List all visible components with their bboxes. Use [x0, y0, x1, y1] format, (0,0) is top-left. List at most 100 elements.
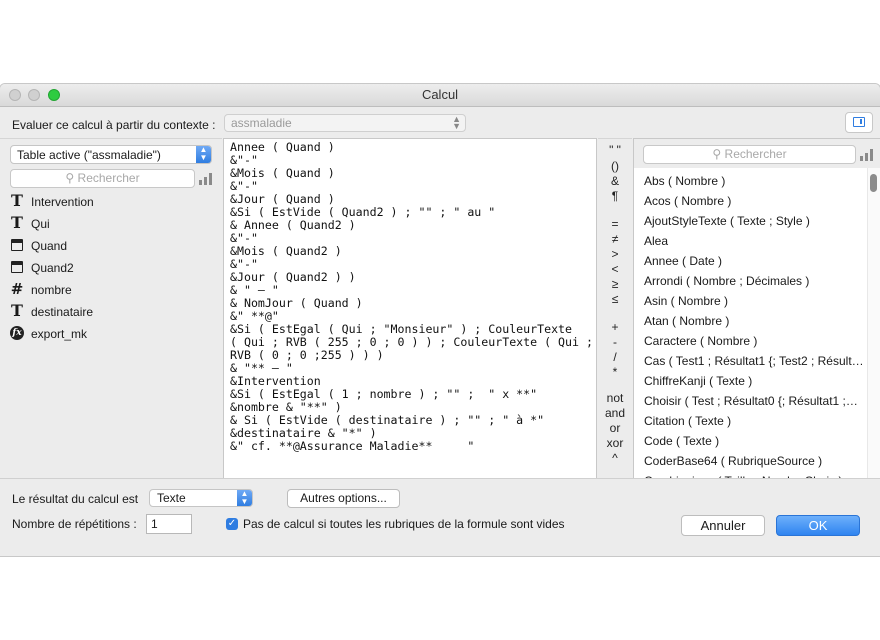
- cancel-button[interactable]: Annuler: [681, 515, 765, 536]
- formula-line: & Annee ( Quand2 ): [230, 218, 356, 232]
- function-item[interactable]: Atan ( Nombre ): [644, 314, 866, 328]
- function-item[interactable]: ChiffreKanji ( Texte ): [644, 374, 866, 388]
- up-down-chevron-icon: ▲ ▼: [452, 114, 461, 131]
- field-label: Quand2: [31, 261, 74, 275]
- fields-pane: Table active ("assmaladie") ▲ ▼ ⚲ Recherc…: [0, 138, 222, 479]
- function-item[interactable]: Citation ( Texte ): [644, 414, 866, 428]
- operator-power[interactable]: ^: [598, 451, 632, 465]
- text-field-icon: T: [11, 191, 23, 210]
- field-item-export-mk[interactable]: fx export_mk: [0, 323, 222, 345]
- function-item[interactable]: Annee ( Date ): [644, 254, 866, 268]
- formula-line: RVB ( 0 ; 0 ;255 ) ) ): [230, 348, 384, 362]
- field-label: export_mk: [31, 327, 88, 341]
- field-item-destinataire[interactable]: T destinataire: [0, 301, 222, 323]
- operator-less-equal[interactable]: ≤: [598, 292, 632, 306]
- window-title: Calcul: [421, 87, 459, 102]
- formula-editor[interactable]: Annee ( Quand ) &"-" &Mois ( Quand ) &"-…: [223, 138, 597, 478]
- formula-line: &Si ( EstVide ( Quand2 ) ; "" ; " au ": [230, 205, 496, 219]
- formula-line: &"-": [230, 153, 258, 167]
- function-item[interactable]: Choisir ( Test ; Résultat0 {; Résultat1 …: [644, 394, 866, 408]
- fields-search-input[interactable]: ⚲ Rechercher: [10, 169, 195, 188]
- fields-search-placeholder: Rechercher: [77, 171, 140, 185]
- formula-line: & NomJour ( Quand ): [230, 296, 363, 310]
- field-label: destinataire: [31, 305, 94, 319]
- functions-search-input[interactable]: ⚲ Rechercher: [643, 145, 856, 164]
- operator-divide[interactable]: /: [598, 350, 632, 364]
- operator-minus[interactable]: -: [598, 335, 632, 349]
- operator-xor[interactable]: xor: [598, 436, 632, 450]
- operator-parentheses[interactable]: (): [598, 159, 632, 173]
- function-item[interactable]: Asin ( Nombre ): [644, 294, 866, 308]
- search-icon: ⚲: [65, 171, 75, 185]
- operator-less[interactable]: <: [598, 262, 632, 276]
- skip-empty-label: Pas de calcul si toutes les rubriques de…: [243, 517, 565, 531]
- function-item[interactable]: Cas ( Test1 ; Résultat1 {; Test2 ; Résul…: [644, 354, 866, 368]
- operator-quotes[interactable]: " ": [598, 143, 632, 157]
- operator-greater-equal[interactable]: ≥: [598, 277, 632, 291]
- field-label: Quand: [31, 239, 68, 253]
- operator-plus[interactable]: +: [598, 320, 632, 334]
- function-item[interactable]: Arrondi ( Nombre ; Décimales ): [644, 274, 866, 288]
- operator-multiply[interactable]: *: [598, 365, 632, 379]
- functions-scroll-thumb[interactable]: [870, 174, 877, 192]
- number-field-icon: #: [10, 280, 24, 298]
- field-item-intervention[interactable]: T Intervention: [0, 191, 222, 213]
- functions-scrollbar[interactable]: [867, 168, 880, 478]
- operator-equal[interactable]: =: [598, 217, 632, 231]
- formula-line: ( Qui ; RVB ( 255 ; 0 ; 0 ) ) ; CouleurT…: [230, 335, 593, 349]
- formula-line: &Jour ( Quand ): [230, 192, 335, 206]
- formula-line: &" cf. **@Assurance Maladie** ": [230, 439, 475, 453]
- formula-line: & Si ( EstVide ( destinataire ) ; "" ; "…: [230, 413, 545, 427]
- sidebar-icon: [853, 117, 865, 127]
- context-label: Evaluer ce calcul à partir du contexte :: [12, 118, 216, 132]
- operator-ampersand[interactable]: &: [598, 174, 632, 188]
- operator-pilcrow[interactable]: ¶: [598, 189, 632, 203]
- operator-not-equal[interactable]: ≠: [598, 232, 632, 246]
- field-label: Qui: [31, 217, 50, 231]
- field-item-nombre[interactable]: # nombre: [0, 279, 222, 301]
- function-item[interactable]: AjoutStyleTexte ( Texte ; Style ): [644, 214, 866, 228]
- repeat-count-input[interactable]: 1: [146, 514, 192, 534]
- function-item[interactable]: CoderBase64 ( RubriqueSource ): [644, 454, 866, 468]
- field-list: T Intervention T Qui Quand Quand2 # nomb…: [0, 191, 222, 345]
- toggle-sidebar-button[interactable]: [845, 112, 873, 133]
- function-item[interactable]: Alea: [644, 234, 866, 248]
- field-item-qui[interactable]: T Qui: [0, 213, 222, 235]
- more-options-button[interactable]: Autres options...: [287, 489, 400, 508]
- formula-line: &destinataire & "*" ): [230, 426, 377, 440]
- function-item[interactable]: Caractere ( Nombre ): [644, 334, 866, 348]
- formula-line: &" **@": [230, 309, 279, 323]
- context-select-value: assmaladie: [231, 116, 292, 130]
- operator-and[interactable]: and: [598, 406, 632, 420]
- function-item[interactable]: Acos ( Nombre ): [644, 194, 866, 208]
- functions-search-placeholder: Rechercher: [724, 147, 787, 161]
- formula-line: &Intervention: [230, 374, 321, 388]
- formula-line: &nombre & "**" ): [230, 400, 342, 414]
- formula-line: Annee ( Quand ): [230, 140, 335, 154]
- formula-line: & " – ": [230, 283, 279, 297]
- function-item[interactable]: Abs ( Nombre ): [644, 174, 866, 188]
- up-down-chevron-icon: ▲ ▼: [196, 146, 211, 163]
- function-item[interactable]: Code ( Texte ): [644, 434, 866, 448]
- result-type-value: Texte: [157, 491, 186, 505]
- calcul-dialog: Calcul Evaluer ce calcul à partir du con…: [0, 84, 880, 556]
- operator-greater[interactable]: >: [598, 247, 632, 261]
- ok-button[interactable]: OK: [776, 515, 860, 536]
- formula-line: &Mois ( Quand2 ): [230, 244, 342, 258]
- title-bar[interactable]: Calcul: [0, 84, 880, 107]
- operator-not[interactable]: not: [598, 391, 632, 405]
- table-select[interactable]: Table active ("assmaladie") ▲ ▼: [10, 145, 212, 164]
- context-select[interactable]: assmaladie ▲ ▼: [224, 114, 466, 132]
- operator-or[interactable]: or: [598, 421, 632, 435]
- skip-empty-checkbox[interactable]: ✓: [226, 518, 238, 530]
- options-bar: Le résultat du calcul est Texte ▲ ▼ Autre…: [0, 478, 880, 556]
- date-field-icon: [11, 239, 23, 251]
- result-type-select[interactable]: Texte ▲ ▼: [149, 489, 253, 507]
- field-item-quand2[interactable]: Quand2: [0, 257, 222, 279]
- formula-line: &Si ( EstEgal ( Qui ; "Monsieur" ) ; Cou…: [230, 322, 573, 336]
- field-item-quand[interactable]: Quand: [0, 235, 222, 257]
- functions-toolbar: ⚲ Rechercher: [634, 139, 880, 168]
- function-category-icon[interactable]: [860, 149, 874, 161]
- sort-options-icon[interactable]: [199, 173, 213, 185]
- formula-line: & "** – ": [230, 361, 293, 375]
